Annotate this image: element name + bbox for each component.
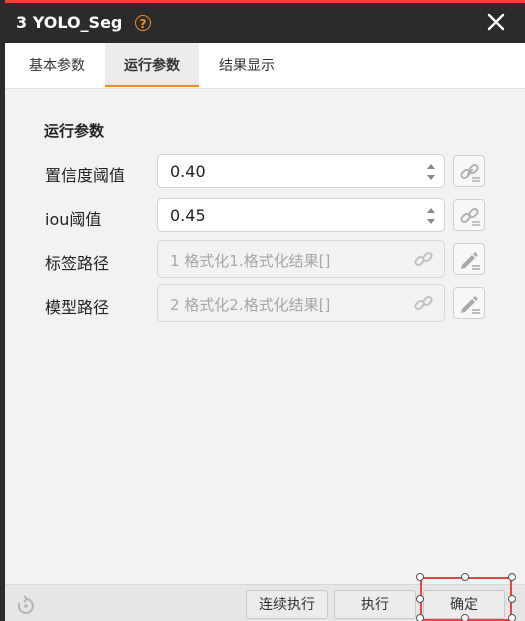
section-title: 运行参数: [44, 122, 105, 140]
confidence-threshold-value: 0.40: [170, 162, 206, 181]
reset-icon[interactable]: [15, 595, 37, 617]
label-path-value: 1 格式化1.格式化结果[]: [170, 252, 331, 270]
help-icon[interactable]: ?: [135, 15, 151, 31]
label-path-label: 标签路径: [45, 254, 110, 273]
tab-basic-params[interactable]: 基本参数: [13, 43, 101, 87]
confidence-link-button[interactable]: [453, 155, 485, 187]
model-path-value: 2 格式化2.格式化结果[]: [170, 296, 331, 314]
close-icon[interactable]: [485, 11, 507, 33]
model-path-input[interactable]: 2 格式化2.格式化结果[]: [157, 284, 445, 322]
confidence-threshold-label: 置信度阈值: [45, 166, 126, 185]
linked-icon: [414, 251, 433, 267]
resize-handle[interactable]: [508, 595, 516, 603]
label-path-input[interactable]: 1 格式化1.格式化结果[]: [157, 240, 445, 278]
content-panel: 运行参数 置信度阈值 0.40 iou阈值 0.45 标签路径 1 格式化1.格…: [5, 89, 525, 584]
link-icon: [460, 163, 480, 182]
edit-icon: [461, 252, 480, 270]
tab-result-display[interactable]: 结果显示: [203, 43, 291, 87]
spinner-arrows-icon[interactable]: [426, 161, 436, 183]
window-title: 3 YOLO_Seg: [16, 13, 123, 32]
resize-handle[interactable]: [508, 573, 516, 581]
confidence-threshold-input[interactable]: 0.40: [157, 154, 445, 188]
title-bar: 3 YOLO_Seg ?: [5, 3, 525, 43]
iou-threshold-input[interactable]: 0.45: [157, 198, 445, 232]
continuous-run-button[interactable]: 连续执行: [246, 590, 328, 619]
resize-handle[interactable]: [416, 595, 424, 603]
iou-link-button[interactable]: [453, 199, 485, 231]
label-path-edit-button[interactable]: [453, 243, 485, 275]
link-icon: [460, 207, 480, 226]
run-button[interactable]: 执行: [334, 590, 416, 619]
resize-handle[interactable]: [508, 614, 516, 621]
edit-icon: [461, 296, 480, 314]
model-path-label: 模型路径: [45, 298, 110, 317]
resize-handle[interactable]: [461, 614, 469, 621]
dialog: 3 YOLO_Seg ? 基本参数 运行参数 结果显示 运行参数 置信度阈值 0…: [5, 0, 525, 621]
tab-run-params[interactable]: 运行参数: [105, 43, 199, 87]
linked-icon: [414, 295, 433, 311]
resize-handle[interactable]: [416, 614, 424, 621]
model-path-edit-button[interactable]: [453, 287, 485, 319]
spinner-arrows-icon[interactable]: [426, 205, 436, 227]
tab-bar: 基本参数 运行参数 结果显示: [5, 43, 525, 89]
resize-handle[interactable]: [461, 573, 469, 581]
resize-handle[interactable]: [416, 573, 424, 581]
iou-threshold-value: 0.45: [170, 206, 206, 225]
iou-threshold-label: iou阈值: [45, 210, 102, 229]
